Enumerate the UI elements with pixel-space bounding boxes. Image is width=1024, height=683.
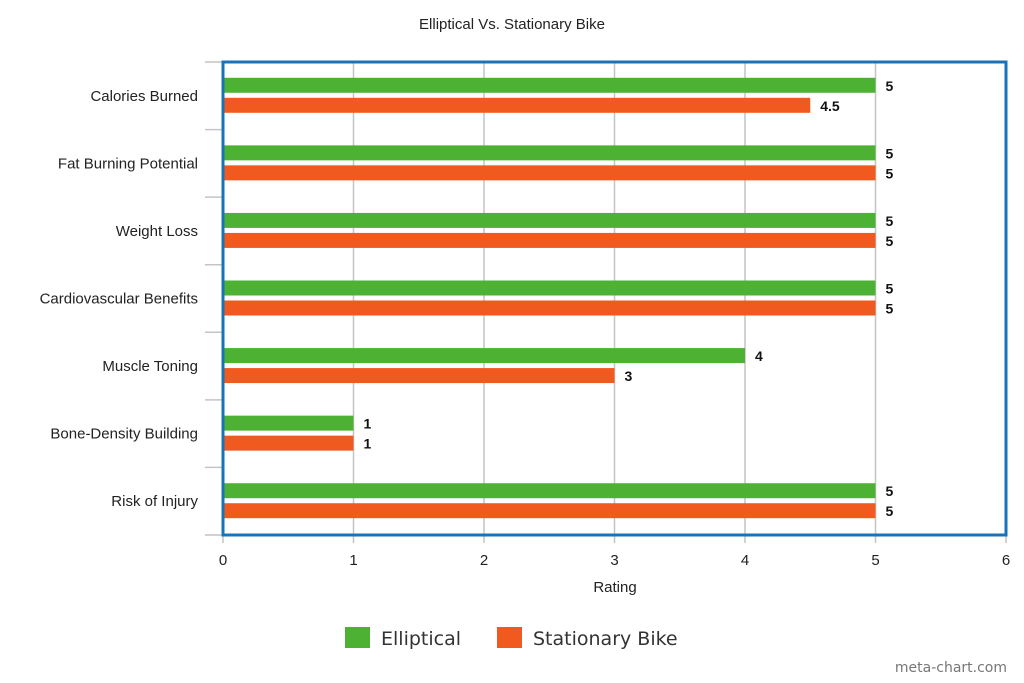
bar-stationary-bike	[223, 300, 876, 316]
bar-elliptical	[223, 212, 876, 228]
data-label: 3	[625, 368, 633, 384]
legend-item: Elliptical	[345, 627, 461, 650]
x-axis-label: Rating	[593, 579, 636, 596]
data-label: 5	[886, 233, 894, 249]
bars	[223, 77, 876, 519]
chart-title: Elliptical Vs. Stationary Bike	[419, 16, 605, 33]
x-tick-label: 3	[610, 552, 618, 569]
bar-stationary-bike	[223, 165, 876, 181]
category-label: Calories Burned	[90, 88, 198, 105]
data-label: 5	[886, 165, 894, 181]
bar-elliptical	[223, 483, 876, 499]
bar-stationary-bike	[223, 368, 615, 384]
bar-elliptical	[223, 145, 876, 161]
data-labels: 5 4.5 5 5 5 5 5 5 4 3 1 1 5 5	[364, 78, 894, 519]
category-label: Risk of Injury	[111, 493, 198, 510]
data-label: 5	[886, 503, 894, 519]
category-labels: Calories Burned Fat Burning Potential Weig…	[40, 88, 199, 510]
x-tick-label: 4	[741, 552, 749, 569]
data-label: 5	[886, 78, 894, 94]
x-tick-label: 6	[1002, 552, 1010, 569]
data-label: 5	[886, 145, 894, 161]
category-label: Weight Loss	[116, 223, 198, 240]
legend-item: Stationary Bike	[497, 627, 678, 650]
data-label: 5	[886, 483, 894, 499]
data-label: 1	[364, 436, 372, 452]
data-label: 1	[364, 416, 372, 432]
bar-elliptical	[223, 348, 745, 364]
bar-elliptical	[223, 77, 876, 93]
data-label: 5	[886, 281, 894, 297]
legend-swatch	[497, 627, 522, 648]
bar-stationary-bike	[223, 435, 354, 451]
data-label: 5	[886, 301, 894, 317]
category-label: Bone-Density Building	[50, 426, 198, 443]
x-tick-label: 5	[871, 552, 879, 569]
bar-stationary-bike	[223, 97, 811, 113]
data-label: 4	[755, 348, 763, 364]
credit-text: meta-chart.com	[895, 660, 1007, 676]
chart: Elliptical Vs. Stationary Bike 54.555555…	[40, 16, 1011, 676]
x-tick-label: 2	[480, 552, 488, 569]
category-label: Muscle Toning	[102, 358, 198, 375]
x-tick-label: 0	[219, 552, 227, 569]
data-label: 4.5	[820, 98, 840, 114]
category-label: Fat Burning Potential	[58, 155, 198, 172]
data-label: 5	[886, 213, 894, 229]
bar-elliptical	[223, 280, 876, 296]
bar-stationary-bike	[223, 503, 876, 519]
legend-label: Stationary Bike	[533, 628, 678, 650]
legend: Elliptical Stationary Bike	[345, 627, 678, 650]
x-axis-ticks: 0 1 2 3 4 5 6	[219, 552, 1010, 569]
x-tick-label: 1	[349, 552, 357, 569]
bar-stationary-bike	[223, 232, 876, 248]
bar-elliptical	[223, 415, 354, 431]
category-label: Cardiovascular Benefits	[40, 291, 198, 308]
legend-label: Elliptical	[381, 628, 461, 650]
legend-swatch	[345, 627, 370, 648]
